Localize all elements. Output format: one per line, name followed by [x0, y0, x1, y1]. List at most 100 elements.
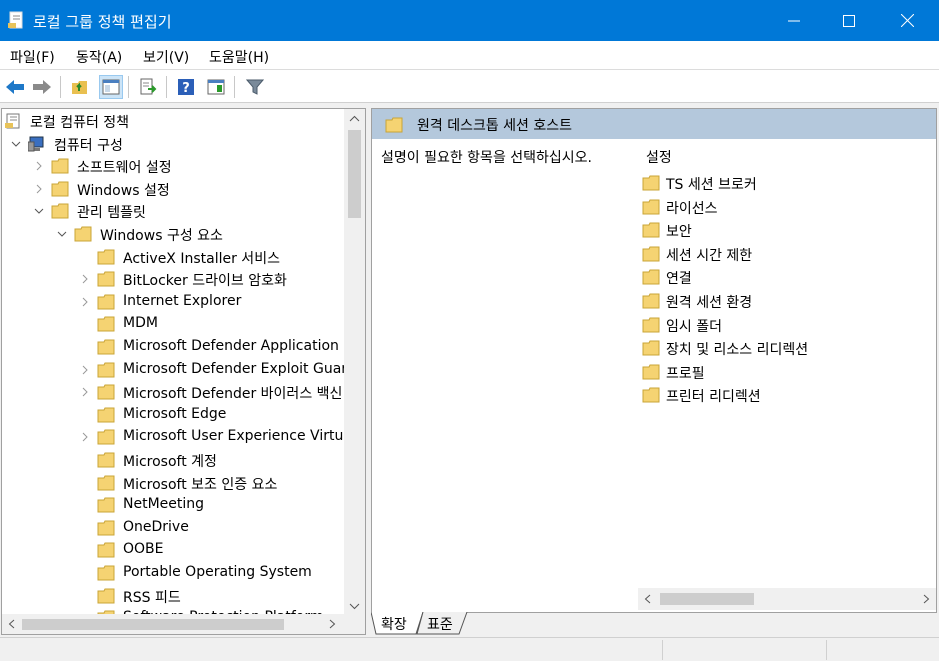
policy-editor-icon [8, 11, 23, 29]
tab-standard[interactable]: 표준 [427, 614, 453, 634]
folder-icon [97, 316, 115, 332]
help-button[interactable]: ? [174, 75, 198, 99]
toolbar-separator [234, 76, 235, 98]
show-hide-tree-button[interactable] [99, 75, 123, 99]
folder-icon [97, 384, 115, 400]
tree-item-label: Microsoft User Experience Virtual [123, 428, 356, 445]
tree-item[interactable]: Microsoft Edge [2, 404, 344, 426]
menu-file[interactable]: 파일(F) [10, 47, 55, 67]
chevron-right-icon[interactable] [79, 359, 91, 381]
settings-list-item[interactable]: 원격 세션 환경 [642, 290, 882, 312]
folder-icon [642, 222, 660, 238]
tree-item[interactable]: Windows 설정 [2, 178, 344, 200]
tree-item-label: Windows 구성 요소 [100, 228, 223, 244]
folder-icon [97, 271, 115, 287]
chevron-right-icon[interactable] [79, 381, 91, 403]
tree-item-label: MDM [123, 315, 158, 332]
up-one-level-button[interactable] [68, 75, 92, 99]
settings-column-header[interactable]: 설정 [646, 147, 672, 167]
scroll-thumb[interactable] [22, 619, 284, 630]
scroll-thumb[interactable] [660, 593, 754, 605]
tree-item[interactable]: 소프트웨어 설정 [2, 155, 344, 177]
forward-button[interactable] [30, 75, 54, 99]
folder-icon [97, 362, 115, 378]
tree-item-label: Microsoft Defender Exploit Guard [123, 360, 356, 377]
tree-horizontal-scrollbar[interactable] [2, 614, 365, 634]
scroll-thumb[interactable] [348, 130, 361, 218]
tree-item[interactable]: Microsoft Defender 바이러스 백신 [2, 381, 344, 403]
tree-vertical-scrollbar[interactable] [344, 109, 365, 616]
console-tree[interactable]: 로컬 컴퓨터 정책컴퓨터 구성 소프트웨어 설정 Windows 설정 관리 템플릿 W… [1, 108, 366, 635]
chevron-down-icon[interactable] [33, 200, 45, 222]
chevron-right-icon[interactable] [33, 178, 45, 200]
tree-item[interactable]: MDM [2, 313, 344, 335]
folder-icon [642, 387, 660, 403]
tree-item[interactable]: Microsoft Defender Application G [2, 336, 354, 358]
tree-item[interactable]: Microsoft Defender Exploit Guard [2, 359, 356, 381]
folder-icon [97, 294, 115, 310]
tree-item[interactable]: Microsoft User Experience Virtual [2, 426, 356, 448]
filter-icon [246, 79, 264, 95]
menu-view[interactable]: 보기(V) [143, 47, 189, 67]
menu-help[interactable]: 도움말(H) [209, 47, 269, 67]
folder-icon [642, 269, 660, 285]
toolbar-separator [60, 76, 61, 98]
folder-icon [642, 246, 660, 262]
tree-item[interactable]: ActiveX Installer 서비스 [2, 246, 344, 268]
tree-item[interactable]: Windows 구성 요소 [2, 223, 344, 245]
tree-item[interactable]: 컴퓨터 구성 [2, 133, 344, 155]
tab-extended[interactable]: 확장 [381, 614, 407, 634]
folder-icon [97, 588, 115, 604]
close-button[interactable] [878, 0, 936, 41]
settings-list-item[interactable]: TS 세션 브로커 [642, 172, 882, 194]
chevron-right-icon[interactable] [79, 268, 91, 290]
title-bar: 로컬 그룹 정책 편집기 [0, 0, 939, 41]
chevron-down-icon[interactable] [56, 223, 68, 245]
tree-item[interactable]: NetMeeting [2, 494, 344, 516]
settings-list-item[interactable]: 보안 [642, 219, 882, 241]
folder-icon [97, 429, 115, 445]
status-separator [826, 640, 827, 660]
status-bar [0, 637, 939, 661]
export-list-button[interactable] [136, 75, 160, 99]
window-title: 로컬 그룹 정책 편집기 [33, 13, 172, 31]
filter-button[interactable] [243, 75, 267, 99]
settings-list-item[interactable]: 임시 폴더 [642, 314, 882, 336]
show-tree-icon [102, 79, 120, 95]
tree-item[interactable]: BitLocker 드라이브 암호화 [2, 268, 344, 290]
policy-document-icon [5, 113, 20, 129]
chevron-right-icon[interactable] [79, 291, 91, 313]
tree-item[interactable]: OOBE [2, 539, 344, 561]
tree-item[interactable]: 관리 템플릿 [2, 200, 344, 222]
chevron-right-icon[interactable] [79, 426, 91, 448]
folder-icon [97, 249, 115, 265]
settings-list-item[interactable]: 프로필 [642, 361, 882, 383]
settings-list-item[interactable]: 연결 [642, 266, 882, 288]
tree-item-label: 컴퓨터 구성 [54, 137, 123, 154]
tree-item[interactable]: OneDrive [2, 517, 344, 539]
chevron-right-icon[interactable] [33, 155, 45, 177]
settings-list-item[interactable]: 세션 시간 제한 [642, 243, 882, 265]
details-horizontal-scrollbar[interactable] [638, 588, 936, 610]
tree-item[interactable]: Microsoft 보조 인증 요소 [2, 472, 344, 494]
chevron-down-icon[interactable] [10, 133, 22, 155]
tree-item[interactable]: Microsoft 계정 [2, 449, 344, 471]
menu-action[interactable]: 동작(A) [76, 47, 122, 67]
scroll-corner [344, 614, 365, 634]
settings-list-item[interactable]: 라이선스 [642, 196, 882, 218]
tree-item-label: Microsoft Defender Application G [123, 338, 355, 354]
export-list-icon [140, 78, 157, 95]
properties-view-button[interactable] [204, 75, 228, 99]
tree-item[interactable]: Internet Explorer [2, 291, 344, 313]
settings-list-item[interactable]: 장치 및 리소스 리디렉션 [642, 337, 882, 359]
toolbar-separator [128, 76, 129, 98]
folder-icon [51, 158, 69, 174]
back-button[interactable] [3, 75, 27, 99]
minimize-button[interactable] [765, 0, 823, 41]
tree-item[interactable]: 로컬 컴퓨터 정책 [2, 110, 344, 132]
maximize-button[interactable] [820, 0, 878, 41]
tree-item[interactable]: RSS 피드 [2, 585, 344, 607]
folder-icon [97, 339, 115, 355]
settings-list-item[interactable]: 프린터 리디렉션 [642, 384, 882, 406]
tree-item[interactable]: Portable Operating System [2, 562, 344, 584]
